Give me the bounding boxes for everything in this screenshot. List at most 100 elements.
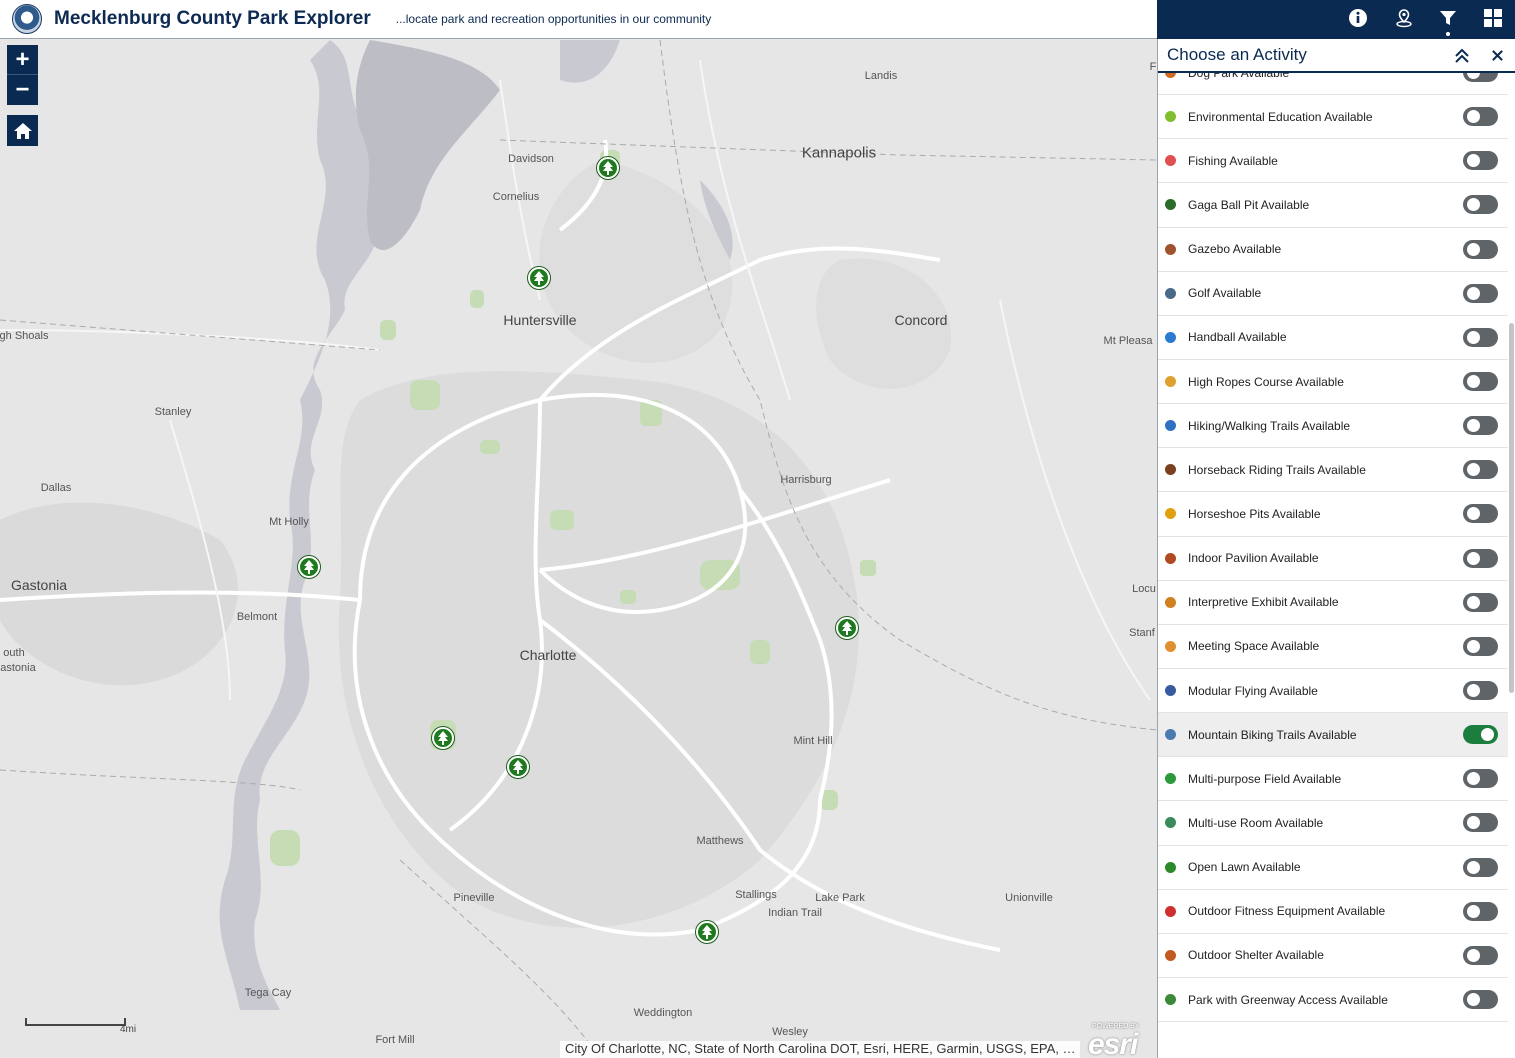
map-label-stallings: Stallings	[735, 889, 777, 901]
county-seal-logo	[12, 4, 42, 34]
toggle-knob	[1467, 286, 1480, 300]
activity-toggle[interactable]	[1463, 372, 1498, 392]
activity-row[interactable]: Gazebo Available	[1158, 228, 1508, 272]
ropes-course-icon	[1163, 375, 1177, 389]
activity-label: Golf Available	[1188, 286, 1262, 301]
activity-toggle[interactable]	[1463, 592, 1498, 612]
toggle-knob	[1467, 242, 1480, 256]
meeting-space-icon	[1163, 639, 1177, 653]
zoom-in-button[interactable]: +	[7, 45, 38, 75]
activity-toggle[interactable]	[1463, 636, 1498, 656]
multi-use-room-icon	[1163, 816, 1177, 830]
zoom-out-button[interactable]: −	[7, 75, 38, 105]
park-marker[interactable]	[298, 556, 320, 578]
park-marker[interactable]	[432, 727, 454, 749]
activity-toggle[interactable]	[1463, 460, 1498, 480]
activity-toggle[interactable]	[1463, 857, 1498, 877]
shelter-icon	[1163, 948, 1177, 962]
horseshoe-icon	[1163, 507, 1177, 521]
indoor-pavilion-icon	[1163, 551, 1177, 565]
activity-row[interactable]: Modular Flying Available	[1158, 669, 1508, 714]
activity-list: Dog Park AvailableEnvironmental Educatio…	[1158, 51, 1508, 1023]
location-pin-icon[interactable]	[1390, 5, 1418, 31]
park-marker[interactable]	[528, 267, 550, 289]
activity-toggle[interactable]	[1463, 195, 1498, 215]
park-marker[interactable]	[597, 157, 619, 179]
gaga-ball-icon	[1163, 198, 1177, 212]
activity-toggle[interactable]	[1463, 327, 1498, 347]
activity-row[interactable]: Hiking/Walking Trails Available	[1158, 404, 1508, 449]
activity-toggle[interactable]	[1463, 901, 1498, 921]
filter-icon[interactable]	[1434, 5, 1462, 31]
activity-label: Handball Available	[1188, 330, 1287, 345]
activity-toggle[interactable]	[1463, 813, 1498, 833]
activity-toggle[interactable]	[1463, 151, 1498, 171]
activity-toggle[interactable]	[1463, 769, 1498, 789]
open-lawn-icon	[1163, 860, 1177, 874]
home-button[interactable]	[7, 115, 38, 146]
map-label-fort-mill: Fort Mill	[375, 1034, 415, 1046]
park-marker[interactable]	[507, 756, 529, 778]
basemap	[0, 40, 1157, 1058]
activity-label: Interpretive Exhibit Available	[1188, 595, 1339, 610]
activity-toggle[interactable]	[1463, 239, 1498, 259]
toggle-knob	[1481, 728, 1494, 742]
activity-label: Multi-use Room Available	[1188, 815, 1324, 830]
home-icon	[13, 122, 32, 139]
activity-row[interactable]: Fishing Available	[1158, 139, 1508, 184]
grid-icon[interactable]	[1479, 5, 1507, 31]
activity-toggle[interactable]	[1463, 681, 1498, 701]
park-marker[interactable]	[696, 921, 718, 943]
park-marker[interactable]	[836, 617, 858, 639]
activity-row[interactable]: Open Lawn Available	[1158, 846, 1508, 890]
activity-label: Park with Greenway Access Available	[1188, 992, 1388, 1007]
toggle-knob	[1467, 154, 1480, 168]
activity-row[interactable]: Gaga Ball Pit Available	[1158, 183, 1508, 228]
activity-row[interactable]: Multi-purpose Field Available	[1158, 757, 1508, 802]
activity-row[interactable]: Multi-use Room Available	[1158, 801, 1508, 846]
activity-toggle[interactable]	[1463, 725, 1498, 745]
panel-scrollbar[interactable]	[1509, 323, 1514, 693]
activity-toggle[interactable]	[1463, 990, 1498, 1010]
collapse-icon[interactable]	[1452, 47, 1472, 65]
map-label-harrisburg: Harrisburg	[780, 474, 832, 486]
map-label-stanfield: Stanf	[1129, 627, 1155, 639]
map-label-mt-holly: Mt Holly	[269, 516, 309, 528]
activity-row[interactable]: Environmental Education Available	[1158, 95, 1508, 140]
map-attribution[interactable]: City Of Charlotte, NC, State of North Ca…	[560, 1041, 1080, 1058]
gazebo-icon	[1163, 242, 1177, 256]
activity-row[interactable]: Horseback Riding Trails Available	[1158, 448, 1508, 493]
map-label-cornelius: Cornelius	[492, 191, 540, 203]
activity-label: Gaga Ball Pit Available	[1188, 197, 1310, 212]
activity-toggle[interactable]	[1463, 548, 1498, 568]
toggle-knob	[1467, 419, 1480, 433]
activity-row[interactable]: Outdoor Fitness Equipment Available	[1158, 890, 1508, 934]
activity-row[interactable]: Mountain Biking Trails Available	[1158, 713, 1508, 758]
widget-toolbar	[1157, 0, 1515, 39]
map-label-south-gastonia: astonia	[0, 662, 36, 674]
activity-label: Gazebo Available	[1188, 242, 1282, 257]
activity-toggle[interactable]	[1463, 504, 1498, 524]
map-label-indian-trail: Indian Trail	[768, 907, 822, 919]
activity-row[interactable]: Meeting Space Available	[1158, 625, 1508, 669]
activity-row[interactable]: Interpretive Exhibit Available	[1158, 581, 1508, 625]
activity-toggle[interactable]	[1463, 416, 1498, 436]
activity-toggle[interactable]	[1463, 283, 1498, 303]
app: Mecklenburg County Park Explorer ...loca…	[0, 0, 1515, 1058]
fitness-icon	[1163, 904, 1177, 918]
activity-row[interactable]: Indoor Pavilion Available	[1158, 537, 1508, 581]
activity-row[interactable]: Handball Available	[1158, 316, 1508, 360]
activity-row[interactable]: High Ropes Course Available	[1158, 360, 1508, 405]
esri-logo[interactable]: esri	[1088, 1028, 1138, 1058]
map-view[interactable]: Landis Kannapolis Davidson Cornelius Hun…	[0, 40, 1157, 1058]
activity-label: Outdoor Shelter Available	[1188, 948, 1324, 963]
activity-toggle[interactable]	[1463, 945, 1498, 965]
activity-row[interactable]: Golf Available	[1158, 272, 1508, 316]
activity-row[interactable]: Park with Greenway Access Available	[1158, 978, 1508, 1023]
close-icon[interactable]	[1488, 45, 1506, 65]
activity-row[interactable]: Outdoor Shelter Available	[1158, 934, 1508, 978]
info-icon[interactable]	[1344, 5, 1372, 31]
activity-row[interactable]: Horseshoe Pits Available	[1158, 492, 1508, 537]
activity-toggle[interactable]	[1463, 107, 1498, 127]
map-label-belmont: Belmont	[236, 611, 278, 623]
